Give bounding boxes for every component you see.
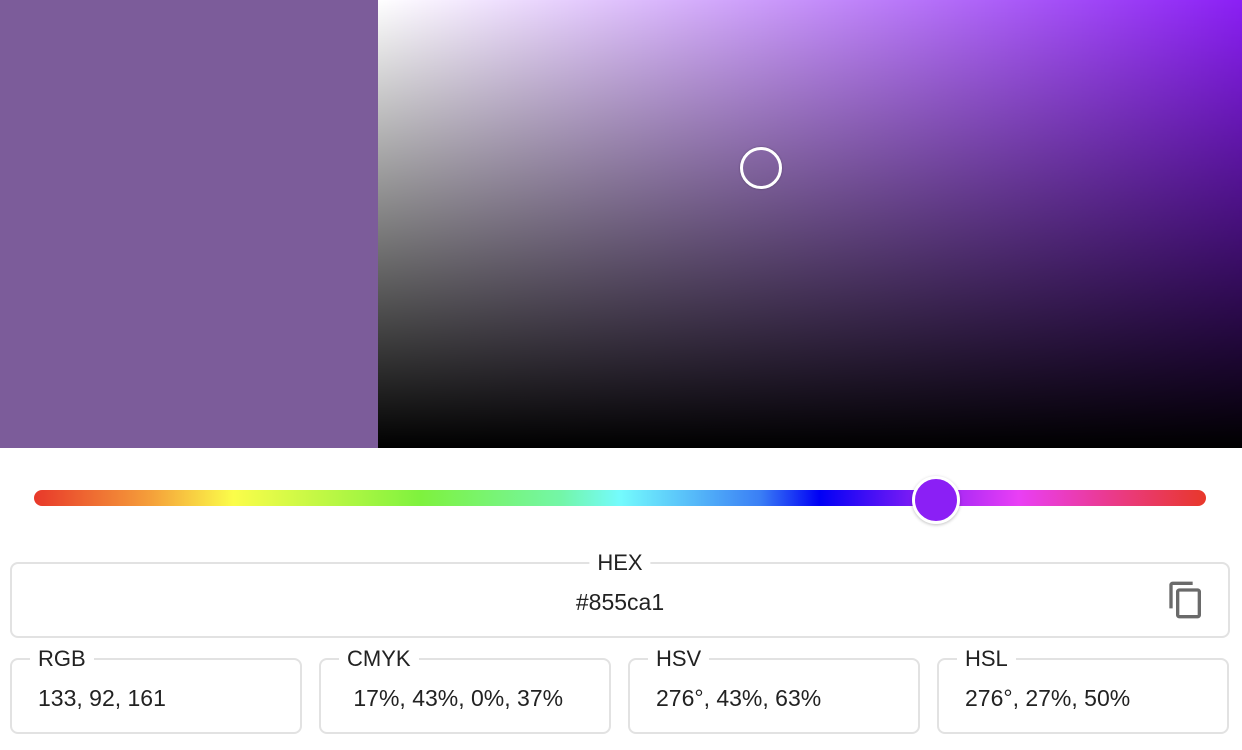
color-picker-top <box>0 0 1242 448</box>
hsv-value[interactable]: 276°, 43%, 63% <box>656 684 821 712</box>
copy-icon[interactable] <box>1166 580 1206 620</box>
rgb-field[interactable]: RGB 133, 92, 161 <box>10 646 302 734</box>
hsl-field[interactable]: HSL 276°, 27%, 50% <box>937 646 1229 734</box>
hsv-label: HSV <box>648 646 710 672</box>
color-preview-swatch <box>0 0 378 448</box>
hue-slider-track[interactable] <box>34 490 1206 506</box>
hsl-value[interactable]: 276°, 27%, 50% <box>965 684 1130 712</box>
cmyk-label: CMYK <box>339 646 419 672</box>
hsv-field[interactable]: HSV 276°, 43%, 63% <box>628 646 920 734</box>
hex-value[interactable]: #855ca1 <box>12 588 1228 616</box>
saturation-value-handle[interactable] <box>740 147 782 189</box>
cmyk-field[interactable]: CMYK 17%, 43%, 0%, 37% <box>319 646 611 734</box>
hue-slider-thumb[interactable] <box>912 476 960 524</box>
hex-field[interactable]: HEX #855ca1 <box>10 550 1230 638</box>
hex-label: HEX <box>589 550 651 576</box>
cmyk-value[interactable]: 17%, 43%, 0%, 37% <box>347 684 563 712</box>
saturation-value-area[interactable] <box>378 0 1242 448</box>
hsl-label: HSL <box>957 646 1016 672</box>
rgb-value[interactable]: 133, 92, 161 <box>38 684 166 712</box>
value-gradient <box>378 0 1242 448</box>
rgb-label: RGB <box>30 646 94 672</box>
